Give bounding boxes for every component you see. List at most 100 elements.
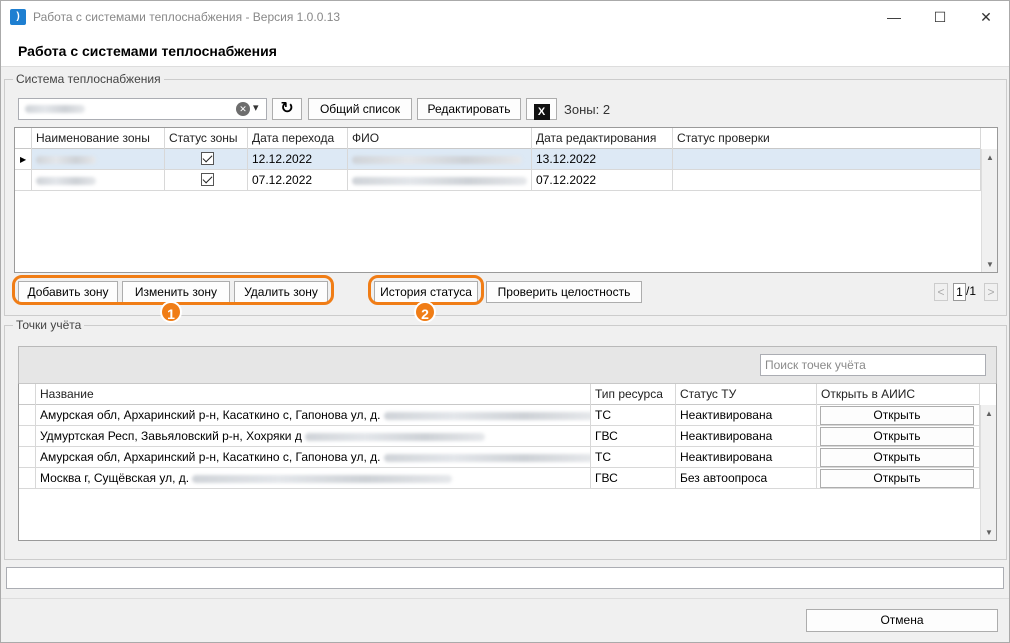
col-edit-date[interactable]: Дата редактирования <box>532 128 673 149</box>
col-zone-name[interactable]: Наименование зоны <box>32 128 165 149</box>
metering-legend: Точки учёта <box>13 318 85 332</box>
zone-status-checkbox[interactable] <box>201 173 214 186</box>
resource-type-cell: ГВС <box>591 426 676 447</box>
metering-row[interactable]: Удмуртская Респ, Завьяловский р-н, Хохря… <box>19 426 980 447</box>
minimize-button[interactable]: — <box>871 1 917 33</box>
open-cell: Открыть <box>817 468 980 489</box>
col-fio[interactable]: ФИО <box>348 128 532 149</box>
app-icon: ) <box>10 9 26 25</box>
zone-name-cell <box>32 170 165 191</box>
refresh-icon: ↻ <box>280 100 294 117</box>
row-header-corner <box>15 128 32 149</box>
open-in-aiis-button[interactable]: Открыть <box>820 448 974 467</box>
zone-status-checkbox[interactable] <box>201 152 214 165</box>
resource-type-cell: ТС <box>591 447 676 468</box>
zones-grid-header: Наименование зоны Статус зоны Дата перех… <box>15 128 981 149</box>
col-tu-status[interactable]: Статус ТУ <box>676 384 817 405</box>
row-header <box>19 468 36 489</box>
zone-status-cell[interactable] <box>165 170 248 191</box>
pager-total: /1 <box>966 284 977 298</box>
metering-row[interactable]: Москва г, Сущёвская ул, д. ГВС Без автоо… <box>19 468 980 489</box>
open-in-aiis-button[interactable]: Открыть <box>820 406 974 425</box>
open-cell: Открыть <box>817 405 980 426</box>
metering-row[interactable]: Амурская обл, Архаринский р-н, Касаткино… <box>19 447 980 468</box>
col-resource-type[interactable]: Тип ресурса <box>591 384 676 405</box>
excel-export-button[interactable]: X <box>526 98 557 120</box>
edit-date-cell: 13.12.2022 <box>532 149 673 170</box>
pager-prev-button[interactable]: < <box>934 283 948 301</box>
fio-cell <box>348 170 532 191</box>
metering-name-cell: Удмуртская Респ, Завьяловский р-н, Хохря… <box>36 426 591 447</box>
metering-scrollbar[interactable]: ▲ ▼ <box>980 405 996 540</box>
close-button[interactable]: ✕ <box>963 1 1009 33</box>
metering-name-cell: Амурская обл, Архаринский р-н, Касаткино… <box>36 447 591 468</box>
pager-next-button[interactable]: > <box>984 283 998 301</box>
zones-scrollbar[interactable]: ▲ ▼ <box>981 149 997 272</box>
scroll-up-icon[interactable]: ▲ <box>982 149 997 166</box>
general-list-button[interactable]: Общий список <box>308 98 412 120</box>
zone-status-cell[interactable] <box>165 149 248 170</box>
annotation-badge-2: 2 <box>414 301 436 323</box>
chevron-down-icon[interactable]: ▾ <box>253 101 259 114</box>
excel-icon: X <box>533 104 550 120</box>
window-title: Работа с системами теплоснабжения - Верс… <box>33 10 341 24</box>
zones-count: Зоны: 2 <box>564 102 611 117</box>
transition-date-cell: 07.12.2022 <box>248 170 348 191</box>
heat-system-legend: Система теплоснабжения <box>13 72 164 86</box>
scroll-down-icon[interactable]: ▼ <box>982 256 997 272</box>
row-header <box>19 447 36 468</box>
tu-status-cell: Без автоопроса <box>676 468 817 489</box>
metering-grid-header: Название Тип ресурса Статус ТУ Открыть в… <box>19 384 980 405</box>
check-status-cell <box>673 149 981 170</box>
col-zone-status[interactable]: Статус зоны <box>165 128 248 149</box>
open-cell: Открыть <box>817 447 980 468</box>
annotation-badge-1: 1 <box>160 301 182 323</box>
zone-name-cell <box>32 149 165 170</box>
fio-cell <box>348 149 532 170</box>
zones-grid: Наименование зоны Статус зоны Дата перех… <box>14 127 998 273</box>
maximize-button[interactable]: ☐ <box>917 1 963 33</box>
page-title: Работа с системами теплоснабжения <box>18 43 277 59</box>
tu-status-cell: Неактивирована <box>676 447 817 468</box>
row-indicator-empty <box>15 170 32 191</box>
zone-row[interactable]: 07.12.2022 07.12.2022 <box>15 170 981 191</box>
metering-search-input[interactable]: Поиск точек учёта <box>760 354 986 376</box>
tu-status-cell: Неактивирована <box>676 426 817 447</box>
resource-type-cell: ГВС <box>591 468 676 489</box>
open-cell: Открыть <box>817 426 980 447</box>
row-header <box>19 405 36 426</box>
status-field <box>6 567 1004 589</box>
metering-grid: Название Тип ресурса Статус ТУ Открыть в… <box>18 383 997 541</box>
page-header: Работа с системами теплоснабжения <box>1 33 1009 67</box>
check-integrity-button[interactable]: Проверить целостность <box>486 281 642 303</box>
check-status-cell <box>673 170 981 191</box>
title-bar: ) Работа с системами теплоснабжения - Ве… <box>1 1 1009 33</box>
redacted-system-name <box>25 105 85 113</box>
refresh-button[interactable]: ↻ <box>272 98 302 120</box>
col-check-status[interactable]: Статус проверки <box>673 128 981 149</box>
row-header <box>19 426 36 447</box>
row-header-corner <box>19 384 36 405</box>
edit-button[interactable]: Редактировать <box>417 98 521 120</box>
transition-date-cell: 12.12.2022 <box>248 149 348 170</box>
metering-name-cell: Москва г, Сущёвская ул, д. <box>36 468 591 489</box>
heat-system-select[interactable]: ✕ ▾ <box>18 98 267 120</box>
pager-page-input[interactable]: 1 <box>953 283 966 301</box>
zone-row[interactable]: ▶ 12.12.2022 13.12.2022 <box>15 149 981 170</box>
tu-status-cell: Неактивирована <box>676 405 817 426</box>
footer-divider <box>1 598 1009 599</box>
edit-date-cell: 07.12.2022 <box>532 170 673 191</box>
cancel-button[interactable]: Отмена <box>806 609 998 632</box>
row-indicator: ▶ <box>15 149 32 170</box>
col-open-aiis[interactable]: Открыть в АИИС <box>817 384 980 405</box>
scroll-down-icon[interactable]: ▼ <box>981 524 996 540</box>
metering-name-cell: Амурская обл, Архаринский р-н, Касаткино… <box>36 405 591 426</box>
scroll-up-icon[interactable]: ▲ <box>981 405 996 422</box>
open-in-aiis-button[interactable]: Открыть <box>820 469 974 488</box>
metering-row[interactable]: Амурская обл, Архаринский р-н, Касаткино… <box>19 405 980 426</box>
col-transition-date[interactable]: Дата перехода <box>248 128 348 149</box>
resource-type-cell: ТС <box>591 405 676 426</box>
col-name[interactable]: Название <box>36 384 591 405</box>
clear-icon[interactable]: ✕ <box>236 102 250 116</box>
open-in-aiis-button[interactable]: Открыть <box>820 427 974 446</box>
